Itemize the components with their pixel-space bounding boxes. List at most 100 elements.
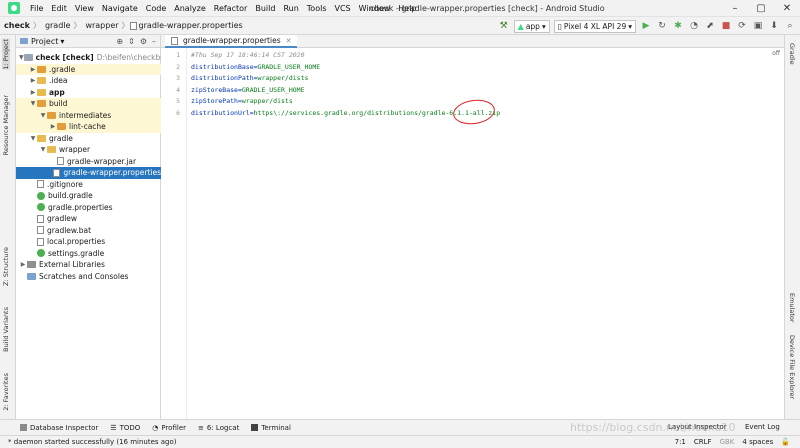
run-icon[interactable]: ▶: [640, 20, 652, 32]
tree-item[interactable]: ▼ wrapper: [16, 144, 161, 156]
breadcrumb-file[interactable]: gradle-wrapper.properties: [139, 21, 246, 30]
apply-changes-icon[interactable]: ↻: [656, 20, 668, 32]
tree-item[interactable]: ▶ .idea: [16, 75, 161, 87]
line-separator[interactable]: CRLF: [694, 438, 712, 446]
folder-icon: [37, 65, 46, 73]
minimize-icon[interactable]: –: [722, 0, 748, 17]
property-key: zipStoreBase=: [191, 85, 242, 94]
tool-tab-structure[interactable]: Z: Structure: [2, 247, 10, 286]
tool-tab-emulator[interactable]: Emulator: [788, 293, 796, 323]
menu-tools[interactable]: Tools: [303, 4, 331, 13]
hide-icon[interactable]: –: [152, 37, 156, 46]
code-line[interactable]: distributionPath=wrapper/dists: [191, 74, 308, 82]
locate-icon[interactable]: ⊕: [116, 37, 123, 46]
caret-position[interactable]: 7:1: [675, 438, 686, 446]
device-select[interactable]: ▯ Pixel 4 XL API 29 ▾: [553, 19, 636, 33]
profile-icon[interactable]: ◔: [688, 20, 700, 32]
menu-file[interactable]: File: [26, 4, 47, 13]
menu-build[interactable]: Build: [251, 4, 279, 13]
code-line[interactable]: #Thu Sep 17 18:46:14 CST 2020: [191, 51, 305, 59]
tree-item[interactable]: ▶ app: [16, 87, 161, 99]
tree-item[interactable]: ▼ gradle: [16, 133, 161, 145]
tool-tab-device-file-explorer[interactable]: Device File Explorer: [788, 335, 796, 399]
menu-run[interactable]: Run: [279, 4, 302, 13]
tree-item[interactable]: Scratches and Consoles: [16, 271, 161, 283]
breadcrumb-wrapper[interactable]: wrapper: [81, 21, 121, 30]
tree-item[interactable]: gradlew.bat: [16, 225, 161, 237]
menu-code[interactable]: Code: [142, 4, 170, 13]
expanded-arrow-icon[interactable]: ▼: [39, 146, 47, 153]
collapsed-arrow-icon[interactable]: ▶: [29, 77, 37, 84]
menu-navigate[interactable]: Navigate: [98, 4, 142, 13]
expanded-arrow-icon[interactable]: ▼: [39, 112, 47, 119]
tool-tab-terminal[interactable]: Terminal: [251, 424, 291, 432]
collapsed-arrow-icon[interactable]: ▶: [49, 123, 57, 130]
tool-tab-logcat[interactable]: ≡ 6: Logcat: [198, 424, 239, 432]
breadcrumb-project[interactable]: check: [0, 21, 33, 30]
menu-vcs[interactable]: VCS: [331, 4, 355, 13]
collapsed-arrow-icon[interactable]: ▶: [29, 89, 37, 96]
sync-icon[interactable]: ⟳: [736, 20, 748, 32]
menu-edit[interactable]: Edit: [47, 4, 71, 13]
tool-tab-resource-manager[interactable]: Resource Manager: [2, 95, 10, 155]
close-icon[interactable]: ✕: [774, 0, 800, 17]
tree-item[interactable]: gradle-wrapper.jar: [16, 156, 161, 168]
gear-icon[interactable]: ⚙: [140, 37, 147, 46]
close-tab-icon[interactable]: ✕: [286, 37, 292, 45]
tool-tab-profiler[interactable]: ◔ Profiler: [152, 424, 186, 432]
chevron-down-icon[interactable]: ▾: [60, 37, 64, 46]
code-line[interactable]: zipStorePath=wrapper/dists: [191, 97, 293, 105]
indent-setting[interactable]: 4 spaces: [742, 438, 773, 446]
tree-item[interactable]: ▶ lint-cache: [16, 121, 161, 133]
tree-item[interactable]: settings.gradle: [16, 248, 161, 260]
code-line[interactable]: zipStoreBase=GRADLE_USER_HOME: [191, 86, 305, 94]
tree-item[interactable]: local.properties: [16, 236, 161, 248]
stop-icon[interactable]: ■: [720, 20, 732, 32]
sdk-manager-icon[interactable]: ⬇: [768, 20, 780, 32]
lock-icon[interactable]: 🔓: [781, 438, 790, 446]
tree-item[interactable]: ▼ build: [16, 98, 161, 110]
breadcrumb-gradle[interactable]: gradle: [41, 21, 74, 30]
tool-tab-favorites[interactable]: 2: Favorites: [2, 373, 10, 411]
collapsed-arrow-icon[interactable]: ▶: [29, 66, 37, 73]
hammer-icon[interactable]: ⚒: [498, 20, 510, 32]
expanded-arrow-icon[interactable]: ▼: [29, 100, 37, 107]
project-panel-title[interactable]: Project: [31, 37, 58, 46]
maximize-icon[interactable]: ▢: [748, 0, 774, 17]
menu-analyze[interactable]: Analyze: [170, 4, 210, 13]
tree-item[interactable]: gradlew: [16, 213, 161, 225]
tree-item[interactable]: ▶ .gradle: [16, 63, 161, 75]
inspection-toggle[interactable]: off: [772, 50, 780, 57]
tree-item[interactable]: ▼ intermediates: [16, 109, 161, 121]
expanded-arrow-icon[interactable]: ▼: [19, 54, 24, 61]
menu-refactor[interactable]: Refactor: [210, 4, 252, 13]
collapsed-arrow-icon[interactable]: ▶: [19, 261, 27, 268]
menu-view[interactable]: View: [71, 4, 98, 13]
code-line[interactable]: distributionUrl=https\://services.gradle…: [191, 109, 500, 117]
collapse-all-icon[interactable]: ⇕: [128, 37, 135, 46]
code-line[interactable]: distributionBase=GRADLE_USER_HOME: [191, 63, 320, 71]
attach-debugger-icon[interactable]: ⬈: [704, 20, 716, 32]
search-icon[interactable]: ⌕: [784, 20, 796, 32]
tree-item[interactable]: gradle.properties: [16, 202, 161, 214]
debug-icon[interactable]: ✱: [672, 20, 684, 32]
tool-tab-project[interactable]: 1: Project: [2, 39, 10, 70]
tree-item[interactable]: gradle-wrapper.properties: [16, 167, 161, 179]
file-encoding[interactable]: GBK: [720, 438, 735, 446]
run-config-select[interactable]: ▲ app ▾: [513, 19, 550, 33]
tool-tab-database-inspector[interactable]: Database Inspector: [20, 424, 98, 432]
tree-item[interactable]: ▶ External Libraries: [16, 259, 161, 271]
tool-tab-gradle[interactable]: Gradle: [788, 43, 796, 65]
tree-item[interactable]: .gitignore: [16, 179, 161, 191]
status-message[interactable]: * daemon started successfully (16 minute…: [8, 438, 177, 446]
avd-manager-icon[interactable]: ▣: [752, 20, 764, 32]
tree-item[interactable]: ▼ check [check]D:\beifen\checkbeif: [16, 52, 161, 64]
expanded-arrow-icon[interactable]: ▼: [29, 135, 37, 142]
tree-item[interactable]: build.gradle: [16, 190, 161, 202]
tool-tab-todo[interactable]: ☰ TODO: [110, 424, 140, 432]
editor-tab-active[interactable]: gradle-wrapper.properties ✕: [165, 35, 298, 48]
code-editor[interactable]: off #Thu Sep 17 18:46:14 CST 2020 distrib…: [187, 48, 784, 419]
tool-tab-event-log[interactable]: Event Log: [745, 423, 780, 431]
left-tool-strip: 1: Project Resource Manager Z: Structure…: [0, 35, 16, 419]
tool-tab-build-variants[interactable]: Build Variants: [2, 307, 10, 352]
